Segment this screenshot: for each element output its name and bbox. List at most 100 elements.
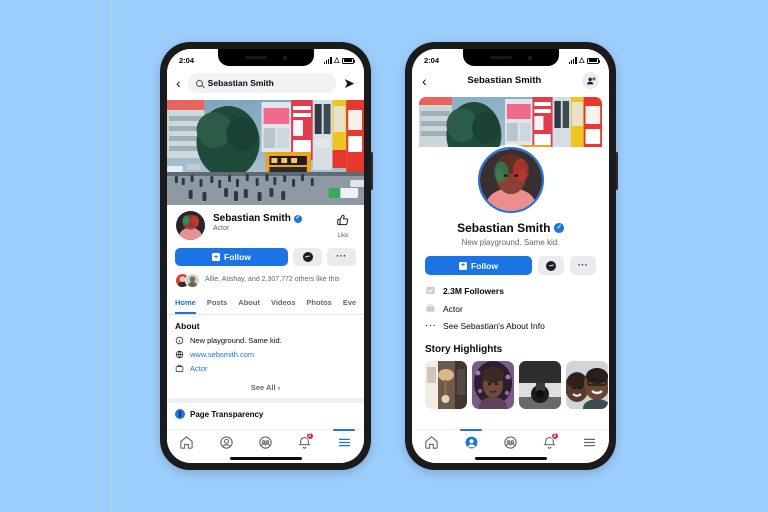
liker-avatars: [175, 273, 200, 288]
battery-icon: [342, 57, 356, 64]
tab-about[interactable]: About: [238, 294, 260, 314]
share-arrow-icon[interactable]: ➤: [343, 76, 355, 90]
avatar[interactable]: [175, 210, 206, 241]
highlight-two-people[interactable]: [566, 361, 608, 409]
background-divider: [110, 0, 111, 512]
like-button[interactable]: Like: [330, 211, 356, 239]
front-camera-icon: [527, 55, 532, 60]
profile-content: Sebastian Smith New playground. Same kid…: [412, 147, 609, 409]
highlight-bw-object[interactable]: [519, 361, 561, 409]
profile-name-row: Sebastian Smith: [412, 221, 609, 235]
tab-videos[interactable]: Videos: [271, 294, 295, 314]
notification-badge: 2: [550, 432, 559, 440]
info-work-text: Actor: [443, 303, 463, 314]
tab-events[interactable]: Eve: [343, 294, 356, 314]
nav-groups[interactable]: [491, 430, 530, 455]
nav-notifications[interactable]: 2: [285, 430, 324, 455]
likers-text: Allie, Atishay, and 2,307,772 others lik…: [205, 276, 340, 284]
nav-menu[interactable]: [325, 429, 364, 455]
status-time: 2:04: [179, 56, 195, 65]
signal-icon: [323, 57, 332, 64]
nav-home[interactable]: [412, 430, 451, 455]
tab-posts[interactable]: Posts: [207, 294, 227, 314]
menu-icon: [583, 438, 595, 447]
profile-info-list: 2.3M Followers Actor ··· See Sebastian's…: [412, 275, 609, 332]
follow-label: Follow: [471, 260, 498, 271]
page-transparency-row[interactable]: f Page Transparency: [167, 403, 364, 423]
follow-label: Follow: [224, 252, 251, 262]
search-header: ‹ Sebastian Smith ➤: [167, 69, 364, 100]
more-button[interactable]: ···: [327, 248, 356, 266]
tab-photos[interactable]: Photos: [306, 294, 331, 314]
phone-right: 2:04 △ ‹ Sebastian Smith Sebastian Smith…: [405, 42, 618, 470]
signal-icon: [568, 57, 577, 64]
info-row-followers[interactable]: 2.3M Followers: [425, 285, 596, 296]
messenger-icon: [302, 252, 313, 262]
avatar[interactable]: [477, 147, 544, 213]
bottom-navigation: 2: [167, 429, 364, 463]
story-highlights-title: Story Highlights: [425, 344, 503, 355]
nav-profile[interactable]: [451, 429, 490, 455]
phone-notch: [462, 49, 559, 66]
more-horizontal-icon: ···: [577, 259, 589, 270]
followers-icon: [426, 286, 435, 295]
about-work-link: Actor: [190, 364, 208, 373]
globe-icon: [175, 350, 184, 359]
more-horizontal-icon: ···: [336, 251, 347, 262]
briefcase-icon: [175, 364, 184, 372]
tab-home[interactable]: Home: [175, 294, 196, 314]
about-row-work[interactable]: Actor: [175, 364, 356, 373]
about-bio-text: New playground. Same kid.: [190, 336, 282, 345]
message-button[interactable]: [538, 256, 564, 275]
header-title: Sebastian Smith: [467, 75, 542, 86]
about-row-bio: New playground. Same kid.: [175, 336, 356, 345]
bottom-navigation: 2: [412, 429, 609, 463]
nav-notifications[interactable]: 2: [530, 430, 569, 455]
story-highlights-list: [412, 361, 609, 409]
more-button[interactable]: ···: [570, 256, 596, 275]
search-icon: [195, 79, 203, 87]
home-indicator: [474, 457, 547, 460]
nav-home[interactable]: [167, 430, 206, 455]
groups-icon: [259, 436, 272, 449]
profile-icon: [219, 436, 233, 449]
page-transparency-label: Page Transparency: [190, 409, 264, 419]
add-friend-button[interactable]: [582, 72, 599, 89]
likers-row[interactable]: Allie, Atishay, and 2,307,772 others lik…: [167, 266, 364, 294]
info-icon: [175, 336, 184, 345]
speaker-icon: [244, 56, 267, 59]
info-row-about[interactable]: ··· See Sebastian's About Info: [425, 321, 596, 332]
profile-name: Sebastian Smith: [213, 213, 291, 224]
profile-icon: [465, 436, 478, 449]
battery-icon: [587, 57, 601, 64]
highlight-woman-braids[interactable]: [472, 361, 514, 409]
nav-profile[interactable]: [206, 430, 245, 455]
search-input[interactable]: Sebastian Smith: [187, 73, 337, 93]
status-time: 2:04: [424, 56, 440, 65]
facebook-logo-icon: f: [175, 409, 185, 419]
nav-menu[interactable]: [570, 430, 609, 455]
profile-name-row: Sebastian Smith: [213, 213, 330, 224]
follow-button[interactable]: Follow: [175, 248, 288, 266]
menu-icon: [338, 438, 350, 447]
back-icon[interactable]: ‹: [176, 76, 181, 90]
followers-count: 2.3M Followers: [443, 285, 504, 296]
info-row-work[interactable]: Actor: [425, 303, 596, 314]
verified-badge-icon: [293, 214, 302, 223]
see-all-button[interactable]: See All ›: [175, 378, 356, 398]
cover-photo[interactable]: [167, 100, 364, 205]
about-card: About New playground. Same kid. www.sebs…: [167, 315, 364, 398]
messenger-icon: [546, 260, 556, 271]
follow-button[interactable]: Follow: [425, 256, 532, 275]
profile-subtitle: Actor: [213, 225, 230, 232]
highlight-interior-lamp[interactable]: [425, 361, 467, 409]
nav-groups[interactable]: [246, 430, 285, 455]
phone-notch: [217, 49, 314, 66]
nav-header: ‹ Sebastian Smith: [412, 69, 609, 97]
wifi-icon: △: [334, 57, 340, 64]
message-button[interactable]: [293, 248, 322, 266]
speaker-icon: [489, 56, 512, 59]
wifi-icon: △: [579, 57, 585, 64]
like-label: Like: [337, 233, 349, 239]
about-row-website[interactable]: www.sebsmith.com: [175, 350, 356, 359]
